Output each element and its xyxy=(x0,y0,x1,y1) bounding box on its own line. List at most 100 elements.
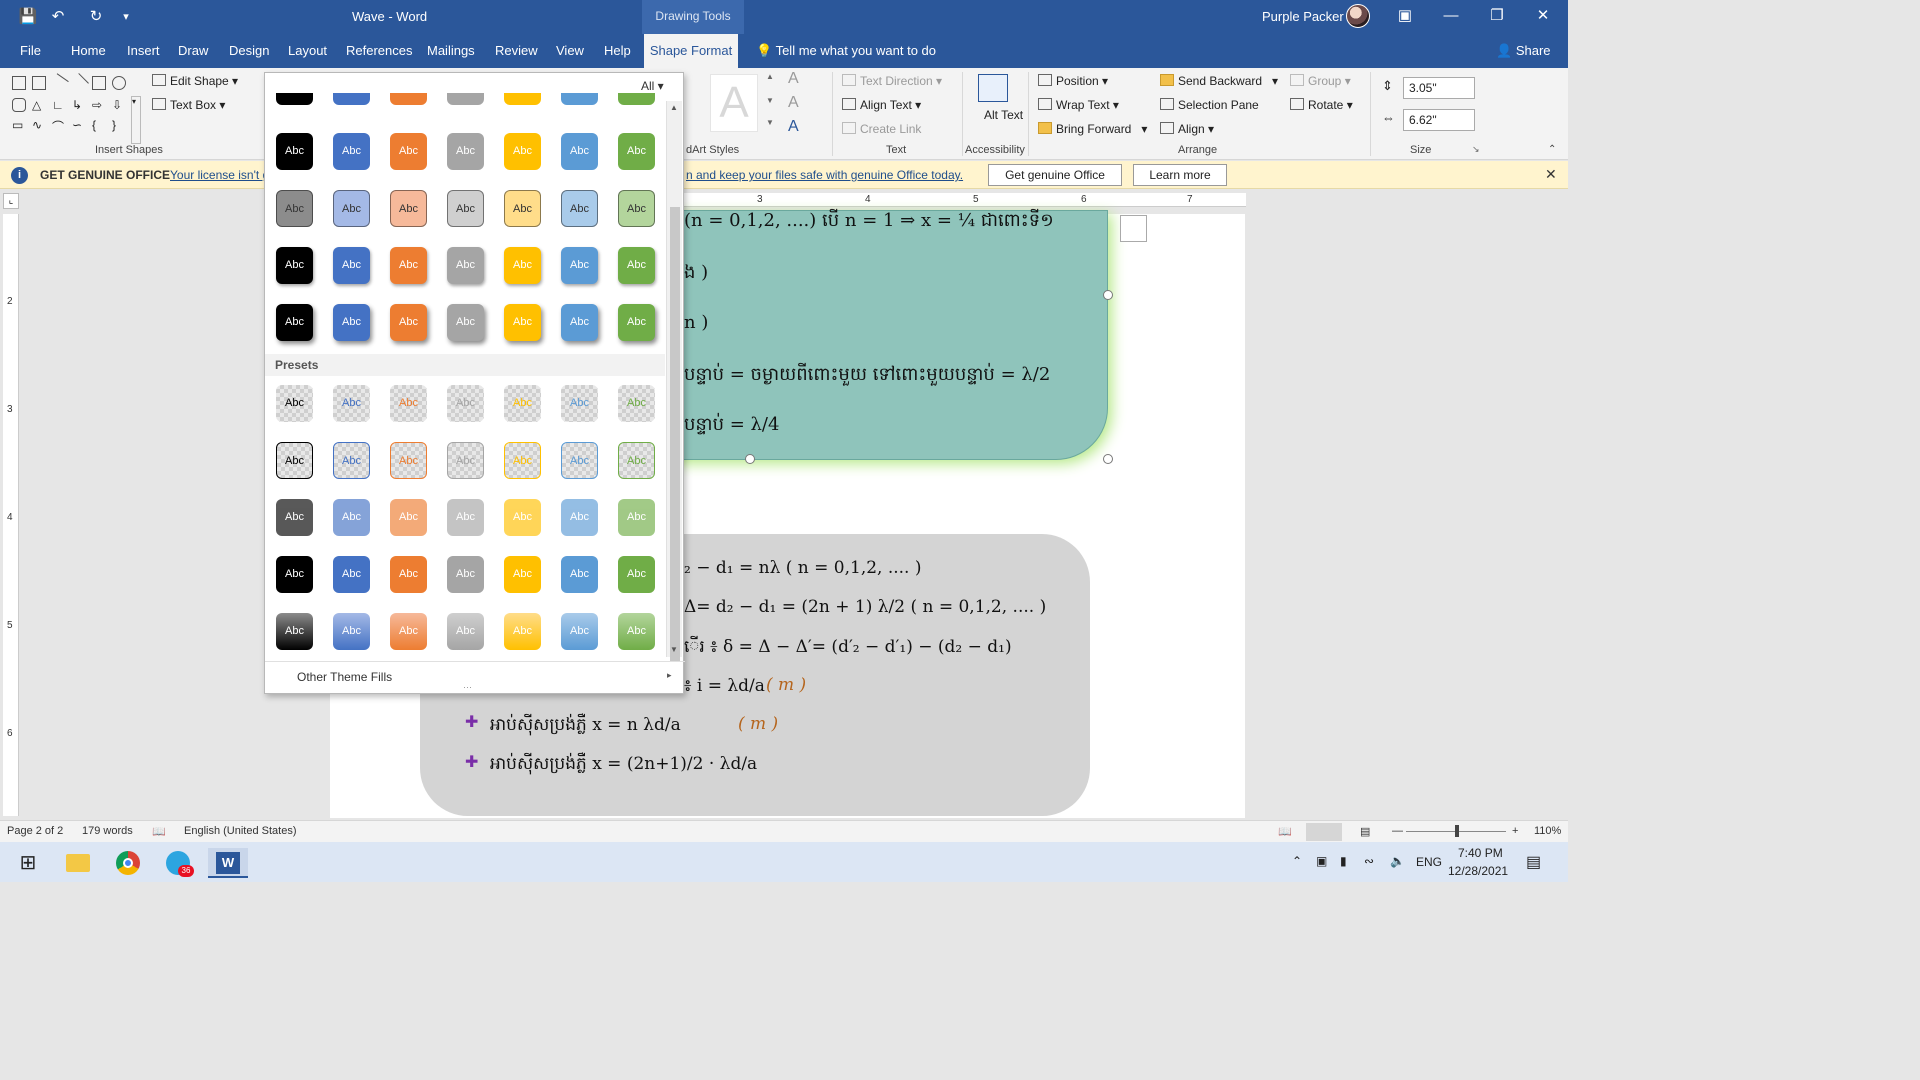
theme-style-swatch[interactable] xyxy=(390,93,427,105)
preset-style-swatch[interactable]: Abc xyxy=(618,556,655,593)
tab-home[interactable]: Home xyxy=(71,43,106,58)
meet-now-icon[interactable]: ▣ xyxy=(1316,854,1327,868)
zoom-in-icon[interactable]: + xyxy=(1512,825,1518,837)
preset-style-swatch[interactable]: Abc xyxy=(333,385,370,422)
wordart-style-swatch[interactable]: A xyxy=(710,74,758,132)
shapes-more-icon[interactable]: ▾ xyxy=(131,96,141,144)
right-brace-shape-icon[interactable]: } xyxy=(112,118,126,132)
windows-start-icon[interactable]: ⊞ xyxy=(8,848,48,878)
preset-style-swatch[interactable]: Abc xyxy=(504,499,541,536)
elbow-arrow-icon[interactable]: ↳ xyxy=(72,98,86,112)
arc-shape-icon[interactable]: ⌒ xyxy=(52,118,66,134)
read-mode-icon[interactable]: 📖 xyxy=(1278,825,1292,838)
theme-style-swatch[interactable] xyxy=(561,93,598,105)
wordart-scroll-down[interactable]: ▼ xyxy=(766,96,774,105)
learn-more-button[interactable]: Learn more xyxy=(1133,164,1227,186)
resize-handle[interactable] xyxy=(745,454,755,464)
edit-shape-button[interactable]: Edit Shape ▾ xyxy=(152,74,238,88)
restore-icon[interactable]: ❐ xyxy=(1474,0,1520,34)
preset-style-swatch[interactable]: Abc xyxy=(276,499,313,536)
tab-layout[interactable]: Layout xyxy=(288,43,327,58)
tab-shape-format[interactable]: Shape Format xyxy=(644,34,738,68)
align-text-button[interactable]: Align Text ▾ xyxy=(842,98,921,112)
user-name[interactable]: Purple Packer xyxy=(1262,9,1344,24)
rounded-rect-shape-icon[interactable] xyxy=(12,98,26,112)
preset-style-swatch[interactable]: Abc xyxy=(447,613,484,650)
file-explorer-icon[interactable] xyxy=(58,848,98,878)
preset-style-swatch[interactable]: Abc xyxy=(333,499,370,536)
preset-style-swatch[interactable]: Abc xyxy=(447,499,484,536)
preset-style-swatch[interactable]: Abc xyxy=(333,613,370,650)
telegram-icon[interactable]: 36 xyxy=(158,848,198,878)
close-icon[interactable]: ✕ xyxy=(1545,166,1557,183)
preset-style-swatch[interactable]: Abc xyxy=(561,556,598,593)
redo-icon[interactable]: ↻ xyxy=(86,7,106,27)
right-arrow-shape-icon[interactable]: ⇨ xyxy=(92,98,106,112)
theme-style-swatch[interactable]: Abc xyxy=(447,190,484,227)
theme-style-swatch[interactable]: Abc xyxy=(447,247,484,284)
resize-handle[interactable] xyxy=(1103,454,1113,464)
avatar[interactable] xyxy=(1346,4,1370,28)
tab-references[interactable]: References xyxy=(346,43,412,58)
theme-style-swatch[interactable] xyxy=(447,93,484,105)
curve-shape-icon[interactable]: ∽ xyxy=(72,118,86,132)
preset-style-swatch[interactable]: Abc xyxy=(276,556,313,593)
preset-style-swatch[interactable]: Abc xyxy=(504,442,541,479)
elbow-connector-icon[interactable]: ∟ xyxy=(52,98,66,112)
group-button[interactable]: Group ▾ xyxy=(1290,74,1351,88)
text-direction-button[interactable]: Text Direction ▾ xyxy=(842,74,942,88)
preset-style-swatch[interactable]: Abc xyxy=(447,442,484,479)
resize-grip-icon[interactable]: ⋯ xyxy=(463,682,472,693)
vertical-textbox-shape-icon[interactable] xyxy=(32,76,46,90)
theme-style-swatch[interactable]: Abc xyxy=(561,190,598,227)
tab-draw[interactable]: Draw xyxy=(178,43,208,58)
send-backward-button[interactable]: Send Backward ▾ xyxy=(1160,74,1278,88)
save-icon[interactable]: 💾 xyxy=(18,7,38,27)
word-taskbar-icon[interactable]: W xyxy=(208,848,248,878)
zoom-slider-thumb[interactable] xyxy=(1455,825,1459,837)
scroll-thumb[interactable] xyxy=(670,207,680,661)
theme-style-swatch[interactable] xyxy=(333,93,370,105)
align-button[interactable]: Align ▾ xyxy=(1160,122,1214,136)
tab-file[interactable]: File xyxy=(20,43,41,58)
wifi-icon[interactable]: ∾ xyxy=(1364,854,1374,868)
preset-style-swatch[interactable]: Abc xyxy=(561,442,598,479)
theme-style-swatch[interactable]: Abc xyxy=(561,304,598,341)
preset-style-swatch[interactable]: Abc xyxy=(618,499,655,536)
theme-style-swatch[interactable]: Abc xyxy=(561,247,598,284)
preset-style-swatch[interactable]: Abc xyxy=(561,385,598,422)
preset-style-swatch[interactable]: Abc xyxy=(276,442,313,479)
tab-view[interactable]: View xyxy=(556,43,584,58)
battery-icon[interactable]: ▮ xyxy=(1340,854,1347,868)
preset-style-swatch[interactable]: Abc xyxy=(504,385,541,422)
size-dialog-launcher[interactable]: ↘ xyxy=(1472,144,1480,155)
resize-handle[interactable] xyxy=(1103,290,1113,300)
theme-style-swatch[interactable] xyxy=(504,93,541,105)
arrow-line-shape-icon[interactable] xyxy=(69,73,89,93)
alt-text-button[interactable]: Alt Text xyxy=(984,108,1023,123)
text-box-button[interactable]: Text Box ▾ xyxy=(152,98,225,112)
tab-design[interactable]: Design xyxy=(229,43,269,58)
theme-style-swatch[interactable]: Abc xyxy=(561,133,598,170)
preset-style-swatch[interactable]: Abc xyxy=(447,385,484,422)
gallery-scrollbar[interactable]: ▲ ▼ xyxy=(666,101,682,661)
language[interactable]: English (United States) xyxy=(184,825,297,837)
theme-style-swatch[interactable]: Abc xyxy=(447,133,484,170)
collapse-ribbon-icon[interactable]: ⌃ xyxy=(1548,144,1556,155)
tab-insert[interactable]: Insert xyxy=(127,43,160,58)
web-layout-icon[interactable]: ▤ xyxy=(1360,825,1370,838)
shape-height-input[interactable]: 3.05" xyxy=(1403,77,1475,99)
theme-style-swatch[interactable]: Abc xyxy=(390,190,427,227)
theme-style-swatch[interactable]: Abc xyxy=(333,133,370,170)
ribbon-display-icon[interactable]: ▣ xyxy=(1382,0,1428,34)
input-language[interactable]: ENG xyxy=(1416,855,1442,869)
theme-style-swatch[interactable]: Abc xyxy=(333,304,370,341)
vertical-ruler[interactable]: 2 3 4 5 6 xyxy=(3,214,19,816)
textbox-shape-icon[interactable] xyxy=(12,76,26,90)
theme-style-swatch[interactable]: Abc xyxy=(276,190,313,227)
print-layout-icon[interactable] xyxy=(1306,823,1342,841)
create-link-button[interactable]: Create Link xyxy=(842,122,921,136)
get-genuine-office-button[interactable]: Get genuine Office xyxy=(988,164,1122,186)
preset-style-swatch[interactable]: Abc xyxy=(561,499,598,536)
license-link[interactable]: Your license isn't g xyxy=(170,168,269,182)
